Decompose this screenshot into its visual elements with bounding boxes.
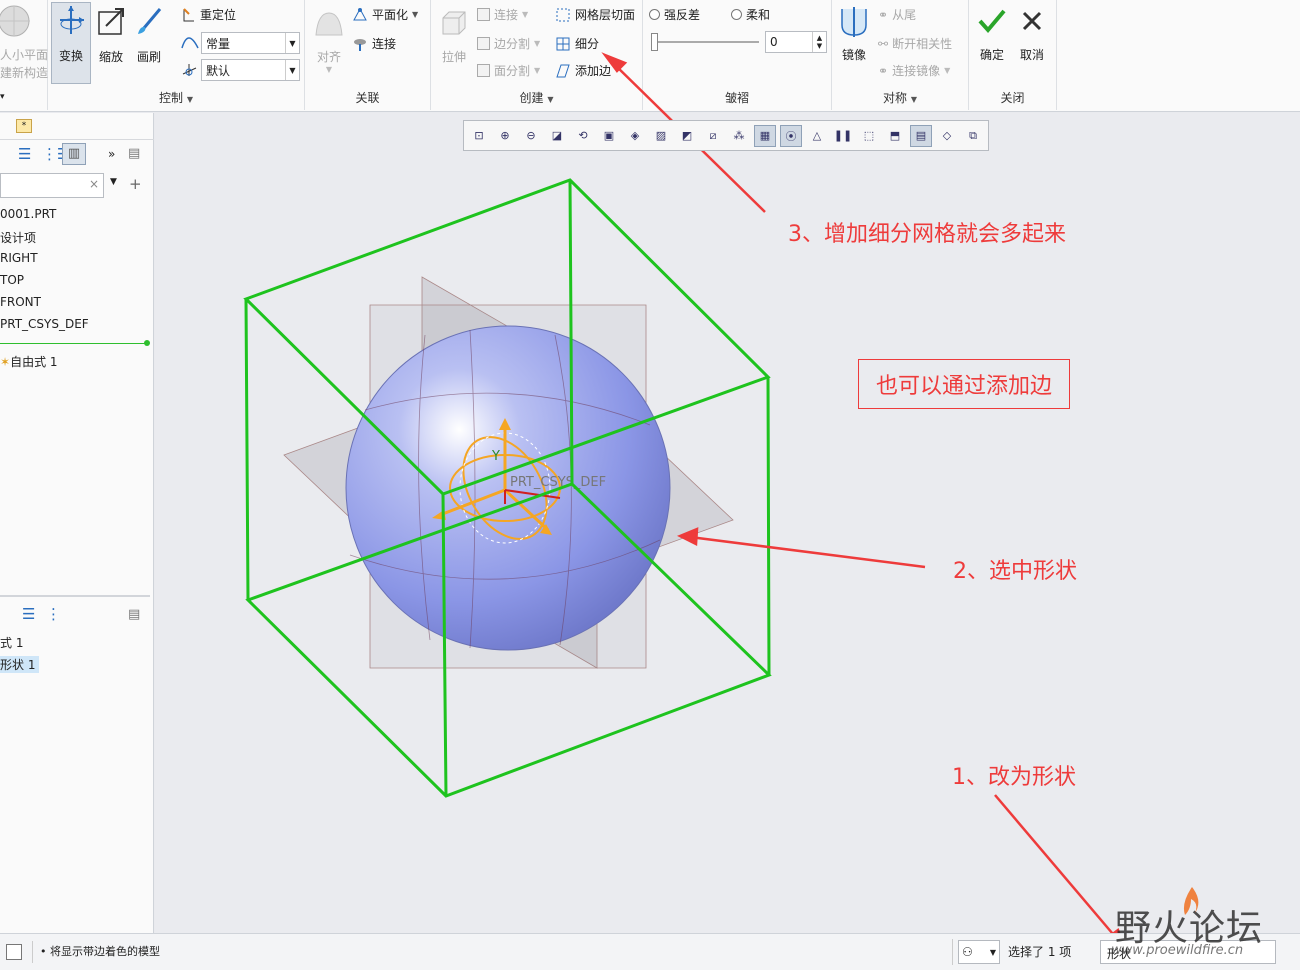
- mesh-display-icon[interactable]: △: [806, 125, 828, 147]
- mirror-view-icon[interactable]: ◇: [936, 125, 958, 147]
- annotation-display-icon[interactable]: ⁂: [728, 125, 750, 147]
- sphere-shape[interactable]: [345, 325, 671, 651]
- binoculars-icon: ⚇: [962, 945, 973, 959]
- zoom-out-icon[interactable]: ⊖: [520, 125, 542, 147]
- status-toggle-icon[interactable]: [6, 944, 22, 960]
- watermark-url: www.proewildfire.cn: [1111, 943, 1244, 958]
- flame-icon: [1183, 887, 1199, 915]
- bullet-icon: •: [40, 945, 50, 958]
- pause-icon[interactable]: ❚❚: [832, 125, 854, 147]
- find-button[interactable]: ⚇ ▼: [958, 940, 1000, 964]
- repaint-icon[interactable]: ◪: [546, 125, 568, 147]
- annotation-box: 也可以通过添加边: [858, 359, 1070, 409]
- status-message-text: 将显示带边着色的模型: [50, 945, 160, 958]
- status-message: • 将显示带边着色的模型: [40, 943, 160, 959]
- zoom-fit-icon[interactable]: ⊡: [468, 125, 490, 147]
- perspective-icon[interactable]: ▨: [650, 125, 672, 147]
- datum-display-icon[interactable]: ⧄: [702, 125, 724, 147]
- cage-display-icon[interactable]: ⬒: [884, 125, 906, 147]
- spin-center-icon[interactable]: ⟲: [572, 125, 594, 147]
- annotation-step-3: 3、增加细分网格就会多起来: [788, 222, 1066, 247]
- divider: [32, 941, 33, 963]
- connect-view-icon[interactable]: ⧉: [962, 125, 984, 147]
- axis-y-label: Y: [491, 449, 500, 464]
- zoom-in-icon[interactable]: ⊕: [494, 125, 516, 147]
- app-root: 人小平面 建新构造 ▾ 变换 缩放 画刷 重定位 常量 ▼ 默认 ▼ 控制 ▼ …: [0, 0, 1300, 970]
- annotation-step-1: 1、改为形状: [952, 765, 1076, 790]
- section-icon[interactable]: ◩: [676, 125, 698, 147]
- refit-icon[interactable]: ⬚: [858, 125, 880, 147]
- point-display-icon[interactable]: ⦿: [780, 124, 802, 147]
- selection-count: 选择了 1 项: [1008, 945, 1072, 959]
- display-style-icon[interactable]: ◈: [624, 125, 646, 147]
- plane-display-icon[interactable]: ▦: [754, 124, 776, 147]
- view-toolbar: ⊡ ⊕ ⊖ ◪ ⟲ ▣ ◈ ▨ ◩ ⧄ ⁂ ▦ ⦿ △ ❚❚ ⬚ ⬒ ▤ ◇ ⧉: [463, 120, 989, 151]
- chevron-down-icon: ▼: [989, 947, 996, 957]
- shaded-cage-icon[interactable]: ▤: [910, 124, 932, 147]
- watermark: 野火论坛 www.proewildfire.cn: [1111, 887, 1295, 967]
- saved-views-icon[interactable]: ▣: [598, 125, 620, 147]
- annotation-step-2: 2、选中形状: [953, 559, 1077, 584]
- status-bar: • 将显示带边着色的模型 ⚇ ▼ 选择了 1 项 形状: [0, 933, 1300, 970]
- divider: [952, 939, 953, 965]
